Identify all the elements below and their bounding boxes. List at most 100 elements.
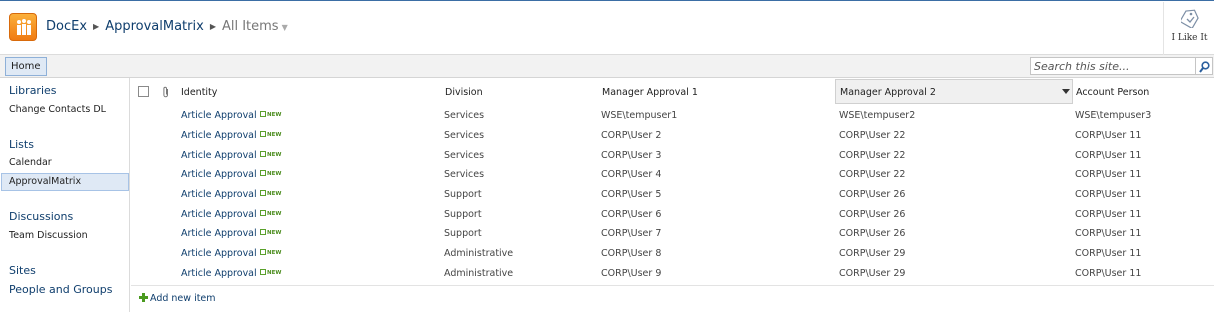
account-person-cell: CORP\User 11 <box>1075 228 1142 239</box>
division-cell: Administrative <box>444 268 514 279</box>
column-menu-dropdown-icon[interactable] <box>1062 89 1070 94</box>
division-cell: Services <box>444 130 485 141</box>
table-row: Article Approval Support CORP\User 6 CORP\U… <box>130 206 1214 226</box>
manager-approval-2-cell: CORP\User 22 <box>839 169 906 180</box>
table-row: Article Approval Support CORP\User 5 CORP\U… <box>130 186 1214 206</box>
manager-approval-2-cell: WSE\tempuser2 <box>839 110 916 121</box>
manager-approval-2-cell: CORP\User 22 <box>839 150 906 161</box>
new-badge: NEW <box>260 151 281 158</box>
new-badge-icon <box>260 131 266 137</box>
i-like-it-button[interactable]: I Like It <box>1163 2 1214 55</box>
nav-heading-sites[interactable]: Sites <box>9 264 36 277</box>
new-badge: NEW <box>260 190 281 197</box>
manager-approval-2-cell: CORP\User 29 <box>839 268 906 279</box>
search-input[interactable]: Search this site... <box>1030 57 1196 75</box>
table-row: Article Approval Support CORP\User 7 CORP\U… <box>130 225 1214 245</box>
manager-approval-2-cell: CORP\User 22 <box>839 130 906 141</box>
new-badge-label: NEW <box>267 211 282 217</box>
new-badge: NEW <box>260 210 281 217</box>
item-title-link[interactable]: Article Approval <box>181 110 257 121</box>
manager-approval-1-cell: CORP\User 2 <box>601 130 662 141</box>
division-cell: Services <box>444 110 485 121</box>
select-all-checkbox[interactable] <box>138 86 149 97</box>
title-bar: DocEx ▶ ApprovalMatrix ▶ All Items ▼ I Like I… <box>0 0 1214 55</box>
view-selector[interactable]: All Items <box>222 19 279 34</box>
manager-approval-1-cell: WSE\tempuser1 <box>601 110 678 121</box>
table-row: Article Approval Services CORP\User 2 CORP\… <box>130 127 1214 147</box>
manager-approval-1-cell: CORP\User 6 <box>601 209 662 220</box>
new-badge-icon <box>260 170 266 176</box>
account-person-cell: CORP\User 11 <box>1075 268 1142 279</box>
nav-item-team-discussion[interactable]: Team Discussion <box>9 230 88 241</box>
view-dropdown-icon[interactable]: ▼ <box>282 23 288 32</box>
account-person-cell: CORP\User 11 <box>1075 150 1142 161</box>
item-title-link[interactable]: Article Approval <box>181 169 257 180</box>
item-title-link[interactable]: Article Approval <box>181 228 257 239</box>
search-button[interactable] <box>1196 57 1213 75</box>
nav-item-change-contacts-dl[interactable]: Change Contacts DL <box>9 104 106 115</box>
new-badge-label: NEW <box>267 191 282 197</box>
new-badge-icon <box>260 210 266 216</box>
new-badge: NEW <box>260 131 281 138</box>
item-title-link[interactable]: Article Approval <box>181 189 257 200</box>
nav-heading-libraries[interactable]: Libraries <box>9 84 57 97</box>
division-cell: Support <box>444 228 482 239</box>
item-title-link[interactable]: Article Approval <box>181 268 257 279</box>
manager-approval-2-cell: CORP\User 26 <box>839 228 906 239</box>
add-new-item-link[interactable]: Add new item <box>150 293 216 304</box>
manager-approval-1-cell: CORP\User 5 <box>601 189 662 200</box>
attachment-icon <box>163 86 168 98</box>
account-person-cell: WSE\tempuser3 <box>1075 110 1152 121</box>
item-title-link[interactable]: Article Approval <box>181 209 257 220</box>
list-footer-divider <box>131 285 1214 286</box>
breadcrumb-separator-icon: ▶ <box>93 22 100 31</box>
manager-approval-1-cell: CORP\User 4 <box>601 169 662 180</box>
breadcrumb-site-link[interactable]: DocEx <box>46 19 87 34</box>
nav-item-calendar[interactable]: Calendar <box>9 157 52 168</box>
account-person-cell: CORP\User 11 <box>1075 209 1142 220</box>
tab-home[interactable]: Home <box>5 57 47 76</box>
account-person-cell: CORP\User 11 <box>1075 189 1142 200</box>
column-header-manager-approval-1[interactable]: Manager Approval 1 <box>602 87 698 98</box>
new-badge-label: NEW <box>267 230 282 236</box>
top-navigation-bar: Home Search this site... <box>0 55 1214 78</box>
new-badge: NEW <box>260 170 281 177</box>
column-header-account-person[interactable]: Account Person <box>1076 87 1149 98</box>
new-badge-icon <box>260 229 266 235</box>
breadcrumb-list-link[interactable]: ApprovalMatrix <box>105 19 204 34</box>
search-icon <box>1199 61 1210 73</box>
item-title-link[interactable]: Article Approval <box>181 248 257 259</box>
new-badge-icon <box>260 249 266 255</box>
breadcrumb: DocEx ▶ ApprovalMatrix ▶ All Items ▼ <box>46 19 288 36</box>
add-icon <box>139 293 148 302</box>
breadcrumb-separator-icon: ▶ <box>209 22 216 31</box>
division-cell: Services <box>444 169 485 180</box>
nav-heading-discussions[interactable]: Discussions <box>9 210 73 223</box>
new-badge-label: NEW <box>267 152 282 158</box>
manager-approval-2-cell: CORP\User 26 <box>839 189 906 200</box>
account-person-cell: CORP\User 11 <box>1075 130 1142 141</box>
column-header-division[interactable]: Division <box>445 87 483 98</box>
new-badge: NEW <box>260 229 281 236</box>
site-logo-icon[interactable] <box>9 13 37 41</box>
nav-heading-lists[interactable]: Lists <box>9 138 34 151</box>
manager-approval-1-cell: CORP\User 9 <box>601 268 662 279</box>
column-header-manager-approval-2[interactable]: Manager Approval 2 <box>840 87 936 98</box>
column-header-identity[interactable]: Identity <box>181 87 217 98</box>
new-badge-label: NEW <box>267 171 282 177</box>
i-like-it-label: I Like It <box>1171 33 1208 43</box>
manager-approval-2-cell: CORP\User 29 <box>839 248 906 259</box>
division-cell: Administrative <box>444 248 514 259</box>
table-row: Article Approval Services WSE\tempuser1 WSE… <box>130 107 1214 127</box>
new-badge-icon <box>260 190 266 196</box>
new-badge-icon <box>260 111 266 117</box>
tag-icon <box>1181 9 1199 28</box>
item-title-link[interactable]: Article Approval <box>181 130 257 141</box>
item-title-link[interactable]: Article Approval <box>181 150 257 161</box>
quick-launch: Libraries Change Contacts DL Lists Calen… <box>0 78 130 312</box>
nav-heading-people-and-groups[interactable]: People and Groups <box>9 283 112 296</box>
new-badge-icon <box>260 269 266 275</box>
table-row: Article Approval Services CORP\User 3 CORP\… <box>130 147 1214 167</box>
division-cell: Services <box>444 150 485 161</box>
division-cell: Support <box>444 189 482 200</box>
